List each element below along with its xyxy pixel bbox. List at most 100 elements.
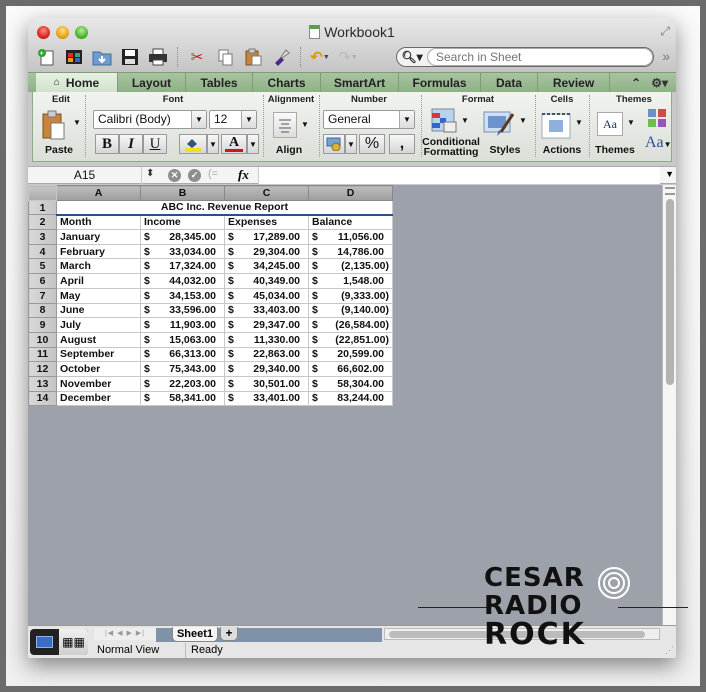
save-icon[interactable] <box>118 46 142 68</box>
split-handle-icon[interactable] <box>665 187 675 195</box>
undo-icon[interactable]: ↶ ▼ <box>308 46 332 68</box>
vertical-scroll-thumb[interactable] <box>666 199 674 385</box>
column-header-b[interactable]: B <box>140 185 225 201</box>
fill-color-button[interactable] <box>179 134 207 154</box>
row-header[interactable]: 7 <box>28 287 57 304</box>
themes-icon[interactable]: Aa <box>597 112 623 136</box>
select-all-corner[interactable] <box>28 185 57 201</box>
expenses-cell[interactable]: $29,347.00 <box>224 317 309 333</box>
income-cell[interactable]: $15,063.00 <box>140 331 225 348</box>
confirm-entry-icon[interactable]: ✓ <box>188 169 201 182</box>
print-icon[interactable] <box>146 46 170 68</box>
month-cell[interactable]: December <box>56 390 141 407</box>
theme-fonts-button[interactable]: Aa▼ <box>645 134 672 152</box>
row-header[interactable]: 8 <box>28 302 57 319</box>
expenses-cell[interactable]: $33,403.00 <box>224 302 309 319</box>
expenses-cell[interactable]: $11,330.00 <box>224 331 309 348</box>
header-cell-balance[interactable]: Balance <box>308 214 393 231</box>
header-cell-expenses[interactable]: Expenses <box>224 214 309 231</box>
row-header[interactable]: 14 <box>28 390 57 407</box>
chevron-down-icon[interactable]: ▼ <box>241 111 256 128</box>
expenses-cell[interactable]: $30,501.00 <box>224 375 309 392</box>
paste-clipboard-icon[interactable] <box>41 110 67 140</box>
cancel-entry-icon[interactable]: ✕ <box>168 169 181 182</box>
percent-button[interactable]: % <box>359 134 385 154</box>
row-header[interactable]: 12 <box>28 361 57 377</box>
month-cell[interactable]: August <box>56 331 141 348</box>
conditional-formatting-button[interactable]: Conditional Formatting <box>421 137 481 158</box>
row-header[interactable]: 1 <box>28 199 57 216</box>
month-cell[interactable]: February <box>56 243 141 260</box>
add-sheet-button[interactable]: + <box>220 627 238 641</box>
expenses-cell[interactable]: $33,401.00 <box>224 390 309 407</box>
expenses-cell[interactable]: $22,863.00 <box>224 346 309 363</box>
comma-style-button[interactable]: , <box>389 134 415 154</box>
sheet-tab-sheet1[interactable]: Sheet1 <box>172 627 218 642</box>
formula-input[interactable] <box>258 167 660 184</box>
themes-button[interactable]: Themes <box>593 144 637 156</box>
normal-view-button[interactable] <box>30 629 59 655</box>
themes-dropdown-icon[interactable]: ▼ <box>627 118 635 127</box>
income-cell[interactable]: $33,034.00 <box>140 243 225 260</box>
page-layout-view-button[interactable]: ▦▦ <box>59 629 88 655</box>
expenses-cell[interactable]: $34,245.00 <box>224 258 309 275</box>
styles-icon[interactable] <box>483 110 517 138</box>
row-header[interactable]: 11 <box>28 346 57 363</box>
theme-colors-icon[interactable] <box>647 108 669 128</box>
bold-button[interactable]: B <box>95 134 119 154</box>
balance-cell[interactable]: $1,548.00 <box>308 273 393 289</box>
ribbon-settings-gear-icon[interactable]: ⚙▾ <box>651 76 668 90</box>
balance-cell[interactable]: $ (22,851.00) <box>308 331 393 348</box>
expenses-cell[interactable]: $45,034.00 <box>224 287 309 304</box>
balance-cell[interactable]: $83,244.00 <box>308 390 393 407</box>
conditional-formatting-dropdown-icon[interactable]: ▼ <box>461 116 469 125</box>
name-box-stepper-icon[interactable]: ⬍ <box>146 168 154 179</box>
tab-home[interactable]: ⌂ Home <box>36 73 118 92</box>
number-format-combo[interactable]: General ▼ <box>323 110 415 129</box>
paste-icon[interactable] <box>241 46 265 68</box>
italic-button[interactable]: I <box>119 134 143 154</box>
tab-tables[interactable]: Tables <box>186 73 253 92</box>
actions-dropdown-icon[interactable]: ▼ <box>575 118 583 127</box>
row-header[interactable]: 13 <box>28 375 57 392</box>
fullscreen-icon[interactable]: ⤢ <box>660 24 670 39</box>
income-cell[interactable]: $44,032.00 <box>140 273 225 289</box>
styles-button[interactable]: Styles <box>485 144 525 156</box>
search-sheet-field[interactable]: 🔍︎▾ <box>396 47 654 67</box>
cut-icon[interactable]: ✂ <box>185 46 209 68</box>
align-button[interactable]: Align <box>269 144 309 156</box>
income-cell[interactable]: $33,596.00 <box>140 302 225 319</box>
column-header-c[interactable]: C <box>224 185 309 201</box>
new-workbook-icon[interactable]: + <box>34 46 58 68</box>
expenses-cell[interactable]: $29,304.00 <box>224 243 309 260</box>
expenses-cell[interactable]: $40,349.00 <box>224 273 309 289</box>
balance-cell[interactable]: $58,304.00 <box>308 375 393 392</box>
row-header[interactable]: 3 <box>28 229 57 245</box>
expenses-cell[interactable]: $29,340.00 <box>224 361 309 377</box>
month-cell[interactable]: March <box>56 258 141 275</box>
tab-formulas[interactable]: Formulas <box>399 73 481 92</box>
row-header[interactable]: 5 <box>28 258 57 275</box>
font-name-combo[interactable]: Calibri (Body) ▼ <box>93 110 207 129</box>
row-header[interactable]: 4 <box>28 243 57 260</box>
font-color-dropdown-icon[interactable]: ▼ <box>247 134 259 154</box>
row-header[interactable]: 2 <box>28 214 57 231</box>
income-cell[interactable]: $58,341.00 <box>140 390 225 407</box>
income-cell[interactable]: $28,345.00 <box>140 229 225 245</box>
income-cell[interactable]: $11,903.00 <box>140 317 225 333</box>
month-cell[interactable]: January <box>56 229 141 245</box>
open-folder-icon[interactable] <box>90 46 114 68</box>
balance-cell[interactable]: $ (2,135.00) <box>308 258 393 275</box>
chevron-down-icon[interactable]: ▼ <box>399 111 414 128</box>
redo-icon[interactable]: ↷ ▼ <box>336 46 360 68</box>
tab-data[interactable]: Data <box>481 73 538 92</box>
month-cell[interactable]: November <box>56 375 141 392</box>
balance-cell[interactable]: $14,786.00 <box>308 243 393 260</box>
underline-button[interactable]: U <box>143 134 167 154</box>
balance-cell[interactable]: $66,602.00 <box>308 361 393 377</box>
cell-actions-icon[interactable] <box>541 110 571 140</box>
search-options-icon[interactable]: 🔍︎▾ <box>397 50 427 64</box>
month-cell[interactable]: April <box>56 273 141 289</box>
income-cell[interactable]: $17,324.00 <box>140 258 225 275</box>
fill-color-dropdown-icon[interactable]: ▼ <box>207 134 219 154</box>
